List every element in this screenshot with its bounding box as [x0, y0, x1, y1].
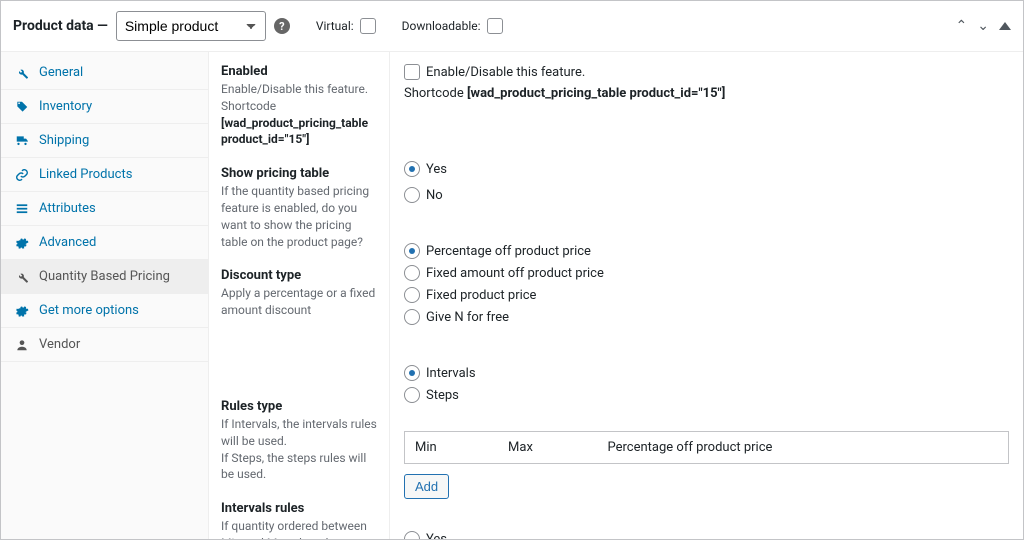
- ctrl-show-table: Yes No: [404, 161, 1009, 203]
- controls-column: Enable/Disable this feature. Shortcode […: [389, 52, 1023, 539]
- desc-label: Rules type: [221, 399, 379, 414]
- desc-hint: Apply a percentage or a fixed amount dis…: [221, 285, 379, 319]
- radio-label-yes: Yes: [426, 532, 447, 540]
- ctrl-tiered: Yes No: [404, 531, 1009, 539]
- collapse-icon[interactable]: [999, 18, 1011, 34]
- product-data-panel: Product data — Simple product ? Virtual:…: [0, 0, 1024, 540]
- table-header: Max: [498, 432, 597, 464]
- radio-label: Fixed product price: [426, 288, 536, 303]
- tiered-yes-radio[interactable]: [404, 531, 420, 539]
- desc-rules-type: Rules type If Intervals, the intervals r…: [221, 399, 379, 483]
- discount-type-radio[interactable]: [404, 309, 420, 325]
- sidebar-item-vendor[interactable]: Vendor: [1, 328, 208, 362]
- move-up-icon[interactable]: ⌃: [956, 18, 968, 34]
- show-table-yes-radio[interactable]: [404, 161, 420, 177]
- wrench-icon: [15, 270, 29, 284]
- sidebar-item-label: Vendor: [39, 337, 80, 352]
- virtual-option: Virtual:: [316, 18, 376, 34]
- discount-option: Fixed product price: [404, 287, 1009, 303]
- sidebar-item-label: Quantity Based Pricing: [39, 269, 170, 284]
- rules-type-radio[interactable]: [404, 387, 420, 403]
- ctrl-intervals-rules: MinMaxPercentage off product price Add: [404, 431, 1009, 499]
- intervals-rules-table: MinMaxPercentage off product price: [404, 431, 1009, 464]
- gear-icon: [15, 236, 29, 250]
- desc-hint: If quantity ordered between Min and Max,…: [221, 518, 379, 539]
- panel-header: Product data — Simple product ? Virtual:…: [1, 1, 1023, 52]
- desc-show-table: Show pricing table If the quantity based…: [221, 166, 379, 250]
- table-header: Min: [405, 432, 499, 464]
- discount-option: Fixed amount off product price: [404, 265, 1009, 281]
- show-table-no-radio[interactable]: [404, 187, 420, 203]
- sidebar-item-attributes[interactable]: Attributes: [1, 192, 208, 226]
- sidebar-item-label: General: [39, 65, 83, 80]
- enable-feature-label: Enable/Disable this feature.: [426, 65, 585, 80]
- user-icon: [15, 338, 29, 352]
- discount-type-radio[interactable]: [404, 265, 420, 281]
- sidebar-item-linked-products[interactable]: Linked Products: [1, 158, 208, 192]
- tag-icon: [15, 100, 29, 114]
- add-rule-button[interactable]: Add: [404, 474, 449, 499]
- table-header: Percentage off product price: [597, 432, 1008, 464]
- ctrl-enabled: Enable/Disable this feature. Shortcode […: [404, 64, 1009, 101]
- truck-icon: [15, 134, 29, 148]
- sidebar-item-quantity-based-pricing[interactable]: Quantity Based Pricing: [1, 260, 208, 294]
- wrench-icon: [15, 66, 29, 80]
- sidebar-item-label: Advanced: [39, 235, 96, 250]
- desc-hint: Enable/Disable this feature. Shortcode […: [221, 81, 379, 148]
- sidebar: General Inventory Shipping Linked Products A…: [1, 52, 209, 539]
- radio-label: Fixed amount off product price: [426, 266, 604, 281]
- panel-header-controls: ⌃ ⌄: [956, 18, 1011, 34]
- desc-hint: If Intervals, the intervals rules will b…: [221, 416, 379, 483]
- discount-type-radio[interactable]: [404, 243, 420, 259]
- ctrl-discount-type: Percentage off product price Fixed amount…: [404, 243, 1009, 325]
- ctrl-rules-type: Intervals Steps: [404, 365, 1009, 403]
- sidebar-item-inventory[interactable]: Inventory: [1, 90, 208, 124]
- shortcode-display: Shortcode [wad_product_pricing_table pro…: [404, 86, 1009, 101]
- virtual-checkbox[interactable]: [360, 18, 376, 34]
- desc-hint: If the quantity based pricing feature is…: [221, 183, 379, 250]
- descriptions-column: Enabled Enable/Disable this feature. Sho…: [209, 52, 389, 539]
- radio-label: Intervals: [426, 366, 476, 381]
- discount-option: Percentage off product price: [404, 243, 1009, 259]
- list-icon: [15, 202, 29, 216]
- radio-label: Give N for free: [426, 310, 509, 325]
- help-icon[interactable]: ?: [274, 18, 290, 34]
- downloadable-label: Downloadable:: [402, 19, 481, 33]
- enable-feature-checkbox[interactable]: [404, 64, 420, 80]
- link-icon: [15, 168, 29, 182]
- desc-label: Intervals rules: [221, 501, 379, 516]
- panel-title: Product data —: [13, 18, 108, 34]
- sidebar-item-label: Shipping: [39, 133, 89, 148]
- rules-option: Intervals: [404, 365, 1009, 381]
- desc-enabled: Enabled Enable/Disable this feature. Sho…: [221, 64, 379, 148]
- discount-type-radio[interactable]: [404, 287, 420, 303]
- desc-discount-type: Discount type Apply a percentage or a fi…: [221, 268, 379, 319]
- radio-label: Steps: [426, 388, 459, 403]
- downloadable-checkbox[interactable]: [487, 18, 503, 34]
- rules-type-radio[interactable]: [404, 365, 420, 381]
- downloadable-option: Downloadable:: [402, 18, 503, 34]
- desc-label: Enabled: [221, 64, 379, 79]
- radio-label-no: No: [426, 188, 443, 203]
- virtual-label: Virtual:: [316, 19, 354, 33]
- desc-intervals-rules: Intervals rules If quantity ordered betw…: [221, 501, 379, 539]
- sidebar-item-label: Attributes: [39, 201, 96, 216]
- sidebar-item-general[interactable]: General: [1, 56, 208, 90]
- sidebar-item-label: Get more options: [39, 303, 139, 318]
- product-type-select[interactable]: Simple product: [116, 11, 266, 41]
- panel-body: General Inventory Shipping Linked Products A…: [1, 52, 1023, 539]
- sidebar-item-shipping[interactable]: Shipping: [1, 124, 208, 158]
- sidebar-item-advanced[interactable]: Advanced: [1, 226, 208, 260]
- sidebar-item-label: Linked Products: [39, 167, 132, 182]
- sidebar-item-get-more-options[interactable]: Get more options: [1, 294, 208, 328]
- radio-label: Percentage off product price: [426, 244, 591, 259]
- rules-option: Steps: [404, 387, 1009, 403]
- desc-label: Show pricing table: [221, 166, 379, 181]
- desc-label: Discount type: [221, 268, 379, 283]
- radio-label-yes: Yes: [426, 162, 447, 177]
- discount-option: Give N for free: [404, 309, 1009, 325]
- move-down-icon[interactable]: ⌄: [977, 18, 989, 34]
- sidebar-item-label: Inventory: [39, 99, 92, 114]
- gear-icon: [15, 304, 29, 318]
